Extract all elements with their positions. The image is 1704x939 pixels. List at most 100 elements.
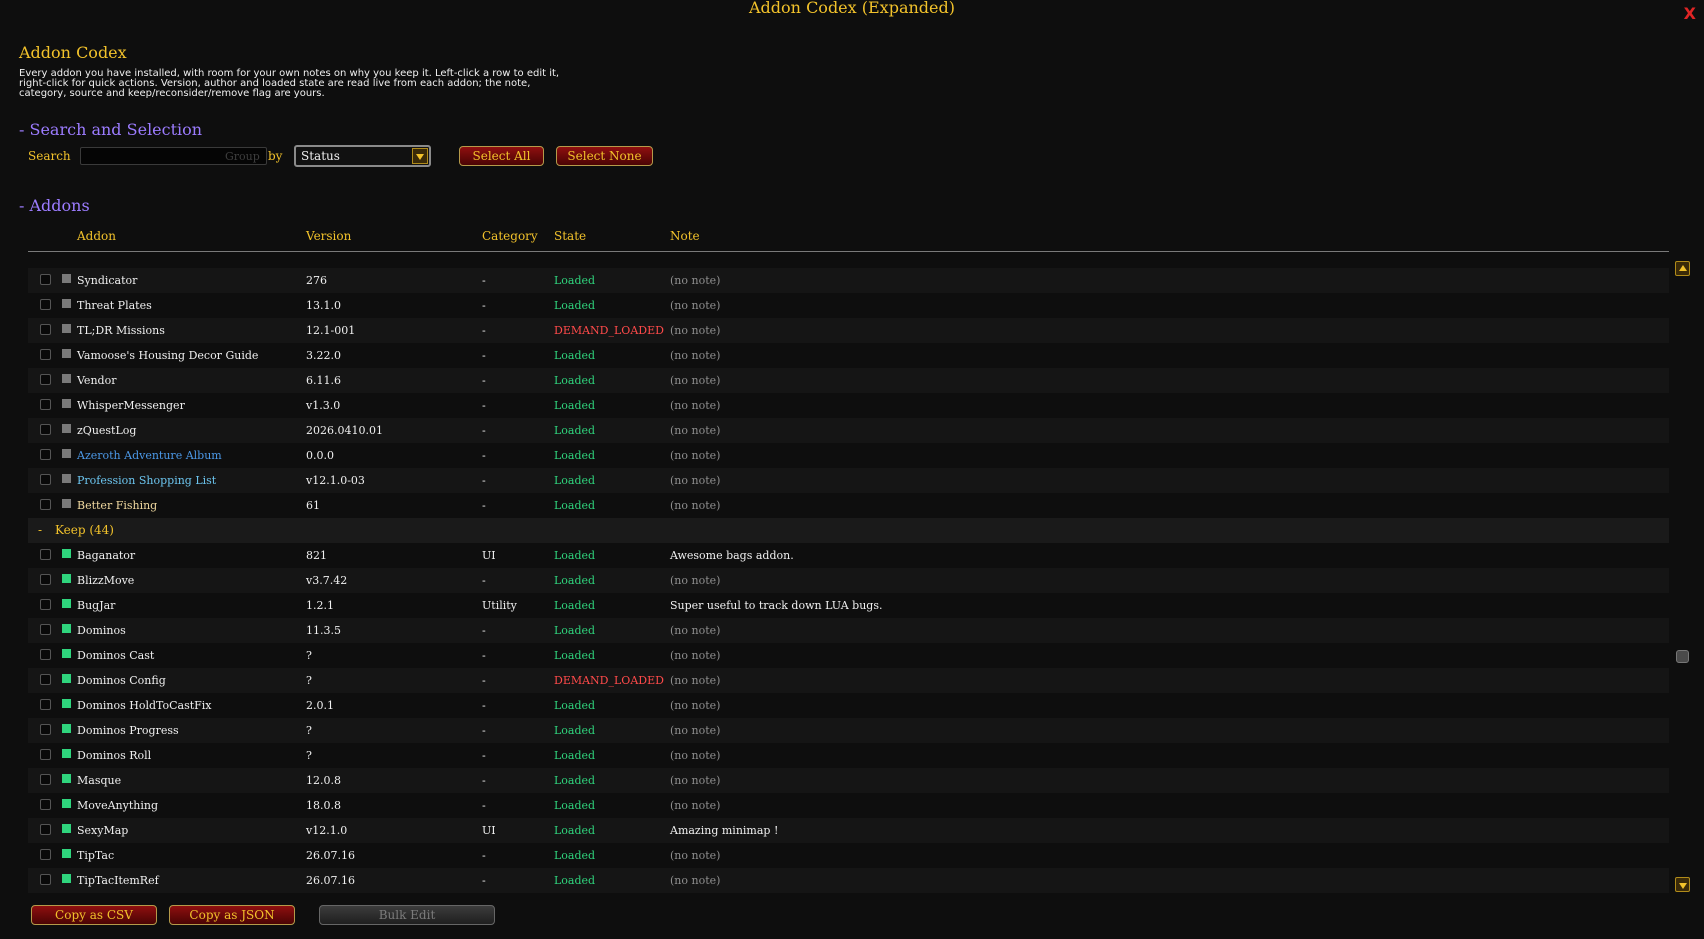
- column-header-category[interactable]: Category: [482, 229, 538, 243]
- table-row[interactable]: TipTac 26.07.16 - Loaded (no note): [28, 843, 1669, 868]
- table-row[interactable]: Dominos 11.3.5 - Loaded (no note): [28, 618, 1669, 643]
- table-row[interactable]: Masque 12.0.8 - Loaded (no note): [28, 768, 1669, 793]
- addon-state: Loaded: [554, 549, 596, 562]
- addon-version: ?: [306, 724, 312, 737]
- search-section-header[interactable]: - Search and Selection: [19, 120, 202, 139]
- addon-state: Loaded: [554, 749, 596, 762]
- row-checkbox[interactable]: [40, 724, 51, 735]
- table-row[interactable]: BugJar 1.2.1 Utility Loaded Super useful to …: [28, 593, 1669, 618]
- group-header-keep[interactable]: - Keep (44): [28, 518, 1669, 543]
- table-row[interactable]: BlizzMove v3.7.42 - Loaded (no note): [28, 568, 1669, 593]
- column-header-note[interactable]: Note: [670, 229, 700, 243]
- chevron-down-icon[interactable]: [412, 148, 428, 164]
- status-swatch-icon: [62, 649, 71, 658]
- table-row[interactable]: Vendor 6.11.6 - Loaded (no note): [28, 368, 1669, 393]
- row-checkbox[interactable]: [40, 774, 51, 785]
- addon-name: MoveAnything: [77, 799, 159, 812]
- status-swatch-icon: [62, 299, 71, 308]
- addons-section-header[interactable]: - Addons: [19, 196, 90, 215]
- addon-category: -: [482, 674, 486, 687]
- addon-state: Loaded: [554, 499, 596, 512]
- select-all-button[interactable]: Select All: [459, 146, 544, 166]
- copy-csv-button[interactable]: Copy as CSV: [31, 905, 157, 925]
- row-checkbox[interactable]: [40, 799, 51, 810]
- row-checkbox[interactable]: [40, 374, 51, 385]
- table-row[interactable]: Dominos Config? - DEMAND_LOADED (no note): [28, 668, 1669, 693]
- scroll-thumb[interactable]: [1676, 650, 1689, 663]
- table-row[interactable]: MoveAnything 18.0.8 - Loaded (no note): [28, 793, 1669, 818]
- row-checkbox[interactable]: [40, 424, 51, 435]
- row-checkbox[interactable]: [40, 674, 51, 685]
- row-checkbox[interactable]: [40, 599, 51, 610]
- addon-category: -: [482, 624, 486, 637]
- table-row[interactable]: Azeroth Adventure Album 0.0.0 - Loaded (no n…: [28, 443, 1669, 468]
- addon-category: UI: [482, 824, 496, 837]
- table-row[interactable]: Profession Shopping List v12.1.0-03 - Loade…: [28, 468, 1669, 493]
- row-checkbox[interactable]: [40, 349, 51, 360]
- table-row[interactable]: Dominos HoldToCastFix 2.0.1 - Loaded (no not…: [28, 693, 1669, 718]
- addon-state: Loaded: [554, 649, 596, 662]
- table-row[interactable]: TipTacItemRef 26.07.16 - Loaded (no note): [28, 868, 1669, 893]
- close-button[interactable]: X: [1684, 4, 1696, 23]
- row-checkbox[interactable]: [40, 474, 51, 485]
- addon-name: Profession Shopping List: [77, 474, 217, 487]
- row-checkbox[interactable]: [40, 699, 51, 710]
- addon-note: (no note): [670, 299, 721, 312]
- table-row[interactable]: Baganator 821 UI Loaded Awesome bags addon.: [28, 543, 1669, 568]
- addon-version: 26.07.16: [306, 849, 355, 862]
- row-checkbox[interactable]: [40, 274, 51, 285]
- addon-category: -: [482, 324, 486, 337]
- copy-json-button[interactable]: Copy as JSON: [169, 905, 295, 925]
- table-row[interactable]: Syndicator 276 - Loaded (no note): [28, 268, 1669, 293]
- addon-version: 6.11.6: [306, 374, 341, 387]
- addon-note: (no note): [670, 499, 721, 512]
- row-checkbox[interactable]: [40, 624, 51, 635]
- table-row[interactable]: Better Fishing 61 - Loaded (no note): [28, 493, 1669, 518]
- addon-version: 61: [306, 499, 320, 512]
- addon-note: (no note): [670, 449, 721, 462]
- table-row[interactable]: TL;DR Missions 12.1-001 - DEMAND_LOADED (no …: [28, 318, 1669, 343]
- addon-note: (no note): [670, 424, 721, 437]
- status-swatch-icon: [62, 599, 71, 608]
- group-toggle[interactable]: -: [38, 523, 42, 537]
- table-row[interactable]: Dominos Cast? - Loaded (no note): [28, 643, 1669, 668]
- scroll-up-button[interactable]: [1675, 261, 1690, 276]
- row-checkbox[interactable]: [40, 324, 51, 335]
- table-row[interactable]: WhisperMessenger v1.3.0 - Loaded (no note): [28, 393, 1669, 418]
- addon-category: -: [482, 874, 486, 887]
- table-row[interactable]: Dominos Roll? - Loaded (no note): [28, 743, 1669, 768]
- scroll-down-button[interactable]: [1675, 877, 1690, 892]
- bulk-edit-button[interactable]: Bulk Edit: [319, 905, 495, 925]
- column-header-state[interactable]: State: [554, 229, 586, 243]
- status-swatch-icon: [62, 274, 71, 283]
- table-row[interactable]: Threat Plates 13.1.0 - Loaded (no note): [28, 293, 1669, 318]
- row-checkbox[interactable]: [40, 399, 51, 410]
- row-checkbox[interactable]: [40, 649, 51, 660]
- row-checkbox[interactable]: [40, 549, 51, 560]
- row-checkbox[interactable]: [40, 449, 51, 460]
- addon-note: (no note): [670, 374, 721, 387]
- select-none-button[interactable]: Select None: [556, 146, 653, 166]
- row-checkbox[interactable]: [40, 299, 51, 310]
- addon-version: 3.22.0: [306, 349, 341, 362]
- table-row[interactable]: SexyMap v12.1.0 UI Loaded Amazing minimap !: [28, 818, 1669, 843]
- search-label: Search: [28, 149, 71, 163]
- table-row[interactable]: Dominos Progress? - Loaded (no note): [28, 718, 1669, 743]
- status-swatch-icon: [62, 674, 71, 683]
- group-by-dropdown[interactable]: Status: [294, 145, 431, 167]
- row-checkbox[interactable]: [40, 849, 51, 860]
- row-checkbox[interactable]: [40, 499, 51, 510]
- row-checkbox[interactable]: [40, 574, 51, 585]
- column-header-addon[interactable]: Addon: [77, 229, 116, 243]
- table-row[interactable]: zQuestLog 2026.0410.01 - Loaded (no note): [28, 418, 1669, 443]
- addon-state: Loaded: [554, 874, 596, 887]
- addon-state: DEMAND_LOADED: [554, 324, 664, 337]
- row-checkbox[interactable]: [40, 874, 51, 885]
- row-checkbox[interactable]: [40, 749, 51, 760]
- column-header-version[interactable]: Version: [306, 229, 351, 243]
- addon-note: (no note): [670, 774, 721, 787]
- row-checkbox[interactable]: [40, 824, 51, 835]
- table-row[interactable]: Vamoose's Housing Decor Guide 3.22.0 - Load…: [28, 343, 1669, 368]
- addon-note: (no note): [670, 799, 721, 812]
- status-swatch-icon: [62, 324, 71, 333]
